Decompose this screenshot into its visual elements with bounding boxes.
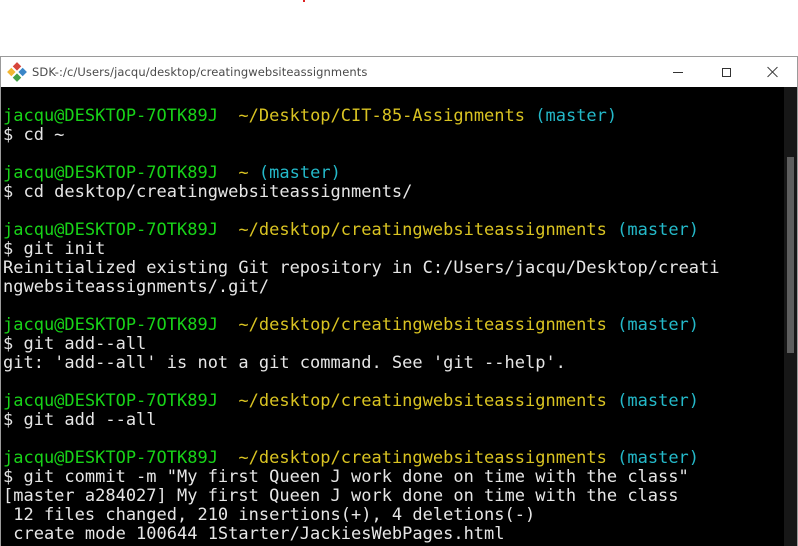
command-line: $ git init: [3, 239, 106, 259]
prompt-user-host: jacqu@DESKTOP-7OTK89J: [3, 448, 218, 468]
stray-pixel: [303, 0, 305, 2]
prompt-path: ~/Desktop/CIT-85-Assignments: [238, 106, 525, 126]
output-line: 12 files changed, 210 insertions(+), 4 d…: [3, 505, 536, 525]
prompt-path: ~/desktop/creatingwebsiteassignments: [238, 391, 607, 411]
prompt-user-host: jacqu@DESKTOP-7OTK89J: [3, 163, 218, 183]
prompt-line: jacqu@DESKTOP-7OTK89J ~ (master): [3, 164, 783, 183]
prompt-branch: (master): [535, 106, 618, 126]
terminal-window[interactable]: SDK-:/c/Users/jacqu/desktop/creatingwebs…: [0, 56, 798, 546]
command-line: $ git add--all: [3, 334, 147, 354]
prompt-branch: (master): [617, 391, 700, 411]
scrollbar-thumb[interactable]: [787, 157, 794, 353]
prompt-branch: (master): [617, 448, 700, 468]
command-line: $ git add --all: [3, 410, 157, 430]
window-title: SDK-:/c/Users/jacqu/desktop/creatingwebs…: [32, 65, 368, 79]
git-sdk-icon: [7, 62, 27, 82]
minimize-button[interactable]: [655, 57, 701, 87]
prompt-branch: (master): [617, 220, 700, 240]
close-icon: [767, 66, 779, 78]
title-bar[interactable]: SDK-:/c/Users/jacqu/desktop/creatingwebs…: [1, 57, 797, 87]
prompt-line: jacqu@DESKTOP-7OTK89J ~/desktop/creating…: [3, 392, 783, 411]
prompt-line: jacqu@DESKTOP-7OTK89J ~/desktop/creating…: [3, 316, 783, 335]
prompt-user-host: jacqu@DESKTOP-7OTK89J: [3, 106, 218, 126]
prompt-line: jacqu@DESKTOP-7OTK89J ~/desktop/creating…: [3, 221, 783, 240]
vertical-scrollbar[interactable]: [784, 87, 797, 546]
prompt-path: ~/desktop/creatingwebsiteassignments: [238, 315, 607, 335]
output-line: git: 'add--all' is not a git command. Se…: [3, 353, 566, 373]
prompt-branch: (master): [258, 163, 341, 183]
maximize-button[interactable]: [703, 57, 749, 87]
prompt-line: jacqu@DESKTOP-7OTK89J ~/desktop/creating…: [3, 449, 783, 468]
output-line: Reinitialized existing Git repository in…: [3, 258, 720, 278]
prompt-path: ~/desktop/creatingwebsiteassignments: [238, 220, 607, 240]
minimize-icon: [673, 71, 683, 73]
prompt-path: ~/desktop/creatingwebsiteassignments: [238, 448, 607, 468]
command-line: $ git commit -m "My first Queen J work d…: [3, 467, 689, 487]
prompt-path: ~: [238, 163, 249, 183]
output-line: [master a284027] My first Queen J work d…: [3, 486, 679, 506]
maximize-icon: [721, 67, 731, 77]
prompt-user-host: jacqu@DESKTOP-7OTK89J: [3, 315, 218, 335]
command-line: $ cd ~: [3, 125, 65, 145]
prompt-line: jacqu@DESKTOP-7OTK89J ~/Desktop/CIT-85-A…: [3, 107, 783, 126]
output-line: create mode 100644 1Starter/JackiesWebPa…: [3, 524, 505, 544]
terminal-output[interactable]: jacqu@DESKTOP-7OTK89J ~/Desktop/CIT-85-A…: [1, 87, 783, 546]
prompt-user-host: jacqu@DESKTOP-7OTK89J: [3, 220, 218, 240]
close-button[interactable]: [750, 57, 796, 87]
command-line: $ cd desktop/creatingwebsiteassignments/: [3, 182, 413, 202]
output-line: ngwebsiteassignments/.git/: [3, 277, 270, 297]
desktop-background: SDK-:/c/Users/jacqu/desktop/creatingwebs…: [0, 0, 798, 546]
prompt-branch: (master): [617, 315, 700, 335]
prompt-user-host: jacqu@DESKTOP-7OTK89J: [3, 391, 218, 411]
